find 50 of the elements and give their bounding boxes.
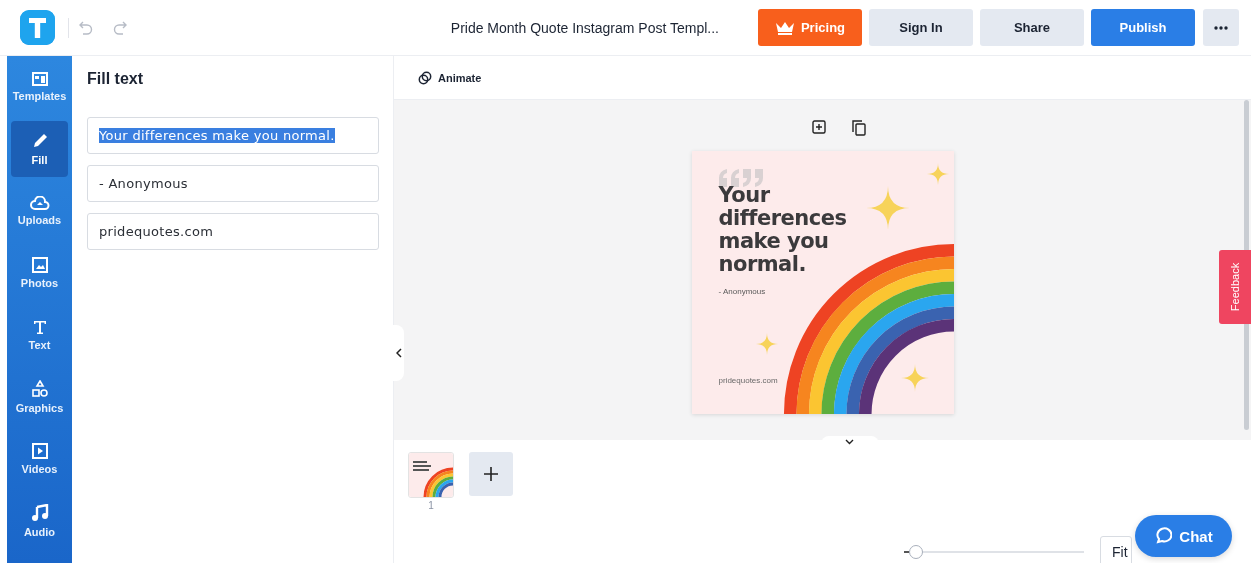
more-dots-icon (1214, 25, 1228, 30)
zoom-fit-dropdown[interactable]: Fit (1100, 536, 1132, 563)
letter-t-icon (31, 319, 48, 335)
sidebar-tab[interactable]: Photos (11, 245, 68, 301)
sidebar-tab[interactable]: Audio (11, 493, 68, 549)
chevron-left-icon (395, 348, 402, 358)
collapse-panel-button[interactable] (393, 325, 404, 381)
document-title[interactable]: Pride Month Quote Instagram Post Templ... (450, 19, 719, 36)
sidebar-tab[interactable]: Fill (11, 121, 68, 177)
sidebar-tab[interactable]: Templates (11, 59, 68, 115)
website-text: pridequotes.com (718, 376, 778, 385)
more-options-button[interactable] (1203, 9, 1239, 46)
redo-icon[interactable] (113, 19, 127, 36)
pricing-button[interactable]: Pricing (758, 9, 862, 46)
animate-button[interactable]: Animate (418, 70, 482, 85)
text-field[interactable]: Your differences make you normal. (87, 117, 379, 154)
author-text: - Anonymous (718, 287, 766, 296)
feedback-tab[interactable]: Feedback (1219, 250, 1251, 324)
music-note-icon (30, 504, 49, 522)
undo-icon[interactable] (79, 19, 93, 36)
text-field[interactable]: pridequotes.com (87, 213, 379, 250)
publish-button[interactable]: Publish (1091, 9, 1195, 46)
chevron-down-icon (845, 439, 854, 445)
sidebar-tab[interactable]: Videos (11, 431, 68, 487)
play-icon (31, 443, 48, 459)
plus-icon (484, 467, 498, 481)
sidebar-tab[interactable]: Uploads (11, 183, 68, 239)
add-page-icon[interactable] (811, 120, 826, 134)
quote-mark-icon (716, 169, 765, 187)
rings-icon (418, 70, 432, 85)
quote-text: Your differences make you normal. (718, 184, 848, 276)
add-page-button[interactable] (469, 452, 513, 496)
toolbar-button[interactable]: Sign In (869, 9, 973, 46)
layout-icon (31, 72, 48, 86)
chat-button[interactable]: Chat (1135, 515, 1232, 557)
page-number: 1 (428, 500, 434, 511)
cloud-upload-icon (29, 196, 50, 210)
image-icon (31, 257, 48, 273)
page-thumbnail[interactable] (408, 452, 454, 498)
text-field[interactable]: - Anonymous (87, 165, 379, 202)
app-logo-icon[interactable] (20, 10, 55, 45)
panel-title: Fill text (87, 70, 144, 88)
toolbar-button[interactable]: Share (980, 9, 1084, 46)
sidebar-tab[interactable]: Graphics (11, 369, 68, 425)
duplicate-icon[interactable] (851, 120, 866, 136)
sidebar-tab[interactable]: Text (11, 307, 68, 363)
design-canvas[interactable]: Your differences make you normal. - Anonymous pridequotes.com (691, 151, 954, 414)
shapes-icon (30, 380, 49, 398)
crown-icon (774, 20, 795, 35)
speech-bubble-icon (1154, 527, 1173, 545)
